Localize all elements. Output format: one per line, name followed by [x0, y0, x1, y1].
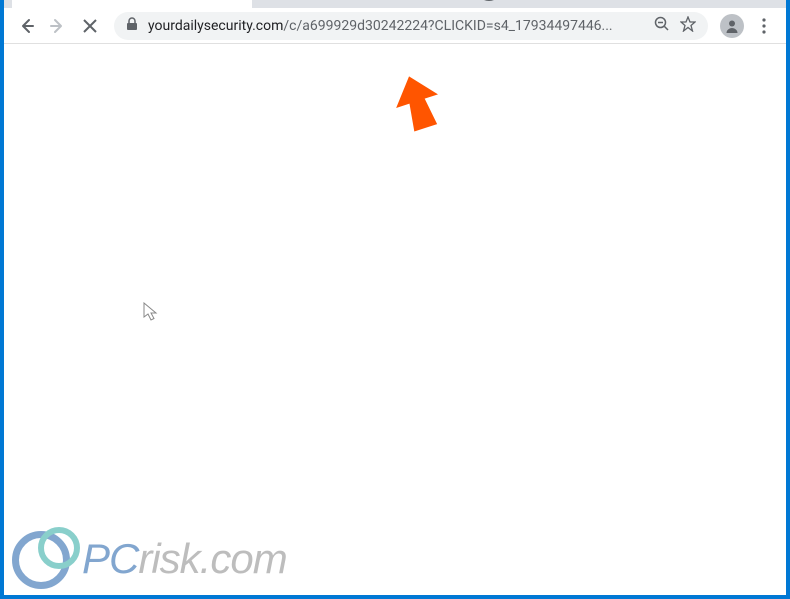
window-close-button[interactable] — [740, 0, 786, 3]
watermark-text: PCrisk.com — [82, 535, 287, 583]
watermark-rest: risk.com — [138, 535, 286, 582]
maximize-button[interactable] — [694, 0, 740, 3]
back-button[interactable] — [12, 12, 40, 40]
url-domain: yourdailysecurity.com — [148, 18, 283, 34]
menu-button[interactable] — [750, 12, 778, 40]
profile-button[interactable] — [718, 12, 746, 40]
forward-button[interactable] — [44, 12, 72, 40]
new-tab-button[interactable] — [258, 0, 286, 6]
toolbar: yourdailysecurity.com/c/a699929d30242224… — [4, 8, 786, 44]
tab-strip: https://www.yourdailysecurity.co — [4, 0, 786, 8]
stop-loading-button[interactable] — [76, 12, 104, 40]
watermark-prefix: PC — [82, 535, 138, 582]
lock-icon — [126, 16, 138, 35]
browser-window: https://www.yourdailysecurity.co — [4, 3, 786, 595]
zoom-icon[interactable] — [654, 16, 670, 36]
url-path: /c/a699929d30242224?CLICKID=s4_179344974… — [283, 18, 612, 34]
watermark-logo-icon — [12, 527, 76, 591]
tab-search-button[interactable] — [476, 0, 502, 1]
avatar-icon — [720, 14, 744, 38]
minimize-button[interactable] — [648, 0, 694, 3]
watermark: PCrisk.com — [12, 527, 287, 591]
address-bar[interactable]: yourdailysecurity.com/c/a699929d30242224… — [114, 12, 708, 40]
url-text: yourdailysecurity.com/c/a699929d30242224… — [148, 18, 644, 34]
browser-tab[interactable]: https://www.yourdailysecurity.co — [12, 0, 252, 8]
bookmark-button[interactable] — [680, 16, 696, 36]
page-content — [4, 44, 786, 595]
window-controls-area — [476, 0, 786, 3]
